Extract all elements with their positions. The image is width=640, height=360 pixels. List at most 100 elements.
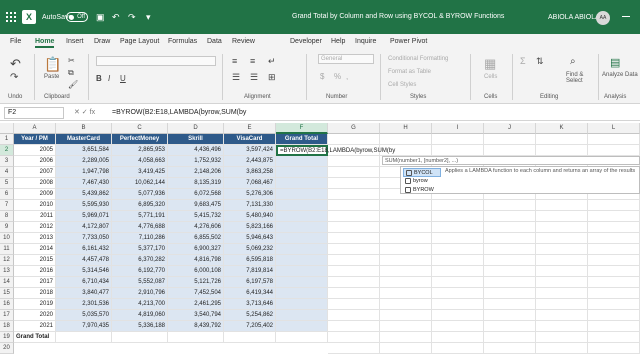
cell[interactable] (588, 343, 640, 354)
grand-total-cell[interactable] (276, 310, 328, 321)
cell[interactable] (484, 244, 536, 255)
year-cell[interactable]: 2010 (14, 200, 56, 211)
value-cell[interactable]: 6,072,568 (168, 189, 224, 200)
value-cell[interactable]: 7,205,402 (224, 321, 276, 332)
cell[interactable] (536, 255, 588, 266)
grand-total-cell[interactable] (276, 288, 328, 299)
row-header[interactable]: 3 (0, 156, 14, 167)
paste-icon[interactable]: 📋 (44, 56, 61, 73)
row-header[interactable]: 19 (0, 332, 14, 343)
year-cell[interactable]: 2013 (14, 233, 56, 244)
cell[interactable] (588, 244, 640, 255)
cell[interactable] (328, 200, 380, 211)
value-cell[interactable]: 5,946,643 (224, 233, 276, 244)
value-cell[interactable]: 6,161,432 (56, 244, 112, 255)
value-cell[interactable]: 7,467,430 (56, 178, 112, 189)
value-cell[interactable]: 5,595,930 (56, 200, 112, 211)
cell[interactable] (484, 211, 536, 222)
grand-total-cell[interactable] (276, 222, 328, 233)
underline-icon[interactable]: U (120, 74, 126, 83)
value-cell[interactable]: 6,595,818 (224, 255, 276, 266)
cell[interactable] (432, 255, 484, 266)
cell[interactable] (380, 288, 432, 299)
value-cell[interactable]: 2,443,875 (224, 156, 276, 167)
row-header[interactable]: 15 (0, 288, 14, 299)
fx-icon[interactable]: ✕ ✓ fx (74, 108, 95, 116)
cell[interactable] (588, 266, 640, 277)
cell[interactable] (536, 134, 588, 145)
value-cell[interactable]: 5,415,732 (168, 211, 224, 222)
year-cell[interactable]: 2016 (14, 266, 56, 277)
cell[interactable] (432, 200, 484, 211)
tab-review[interactable]: Review (232, 38, 255, 45)
value-cell[interactable]: 2,301,536 (56, 299, 112, 310)
value-cell[interactable]: 10,062,144 (112, 178, 168, 189)
cell[interactable] (328, 299, 380, 310)
row-header[interactable]: 4 (0, 167, 14, 178)
cell[interactable] (484, 222, 536, 233)
value-cell[interactable]: 3,597,424 (224, 145, 276, 156)
value-cell[interactable]: 5,069,232 (224, 244, 276, 255)
year-cell[interactable]: 2015 (14, 255, 56, 266)
redo-icon[interactable]: ↷ (10, 72, 18, 83)
row-header[interactable]: 18 (0, 321, 14, 332)
cell[interactable] (380, 277, 432, 288)
cell[interactable] (432, 211, 484, 222)
cell[interactable] (380, 266, 432, 277)
save-icon[interactable]: ▣ (96, 12, 105, 23)
cell[interactable] (380, 222, 432, 233)
grand-total-cell[interactable] (168, 332, 224, 343)
cell[interactable] (484, 343, 536, 354)
cell[interactable] (328, 266, 380, 277)
value-cell[interactable]: 7,068,467 (224, 178, 276, 189)
redo-icon[interactable]: ↷ (128, 12, 136, 23)
year-cell[interactable]: 2008 (14, 178, 56, 189)
column-header-c[interactable]: C (112, 123, 168, 134)
value-cell[interactable]: 6,370,282 (112, 255, 168, 266)
tab-help[interactable]: Help (331, 38, 345, 45)
cells-button[interactable]: Cells (484, 74, 497, 80)
cell[interactable] (536, 222, 588, 233)
value-cell[interactable]: 4,436,496 (168, 145, 224, 156)
value-cell[interactable]: 7,970,435 (56, 321, 112, 332)
value-cell[interactable]: 8,439,792 (168, 321, 224, 332)
value-cell[interactable]: 4,058,663 (112, 156, 168, 167)
grand-total-cell[interactable] (276, 189, 328, 200)
cell[interactable] (328, 332, 380, 343)
row-header[interactable]: 12 (0, 255, 14, 266)
value-cell[interactable]: 5,254,862 (224, 310, 276, 321)
value-cell[interactable]: 5,439,862 (56, 189, 112, 200)
find-select-button[interactable]: Find & Select (566, 72, 594, 84)
cell[interactable] (536, 200, 588, 211)
column-header-i[interactable]: I (432, 123, 484, 134)
grand-total-cell[interactable] (276, 266, 328, 277)
cell[interactable] (432, 321, 484, 332)
year-cell[interactable]: 2019 (14, 299, 56, 310)
cell[interactable] (484, 288, 536, 299)
row-header[interactable]: 2 (0, 145, 14, 156)
grand-total-cell[interactable] (276, 321, 328, 332)
row-header[interactable]: 7 (0, 200, 14, 211)
value-cell[interactable]: 5,314,546 (56, 266, 112, 277)
cell[interactable] (536, 321, 588, 332)
tab-insert[interactable]: Insert (66, 38, 84, 45)
cell[interactable] (328, 255, 380, 266)
row-header[interactable]: 16 (0, 299, 14, 310)
grand-total-cell[interactable] (276, 299, 328, 310)
year-cell[interactable]: 2009 (14, 189, 56, 200)
cell[interactable] (484, 332, 536, 343)
analyze-data-button[interactable]: Analyze Data (602, 72, 638, 78)
grand-total-cell[interactable] (276, 277, 328, 288)
value-cell[interactable]: 2,461,295 (168, 299, 224, 310)
value-cell[interactable]: 4,819,060 (112, 310, 168, 321)
table-header-cell[interactable]: VisaCard (224, 134, 276, 145)
cell[interactable] (536, 332, 588, 343)
wrap-text-icon[interactable]: ↵ (268, 56, 276, 67)
grand-total-cell[interactable] (276, 156, 328, 167)
row-header[interactable]: 17 (0, 310, 14, 321)
grand-total-cell[interactable] (276, 167, 328, 178)
cell[interactable] (328, 167, 380, 178)
value-cell[interactable]: 4,172,807 (56, 222, 112, 233)
value-cell[interactable]: 2,865,953 (112, 145, 168, 156)
cell[interactable] (484, 145, 536, 156)
